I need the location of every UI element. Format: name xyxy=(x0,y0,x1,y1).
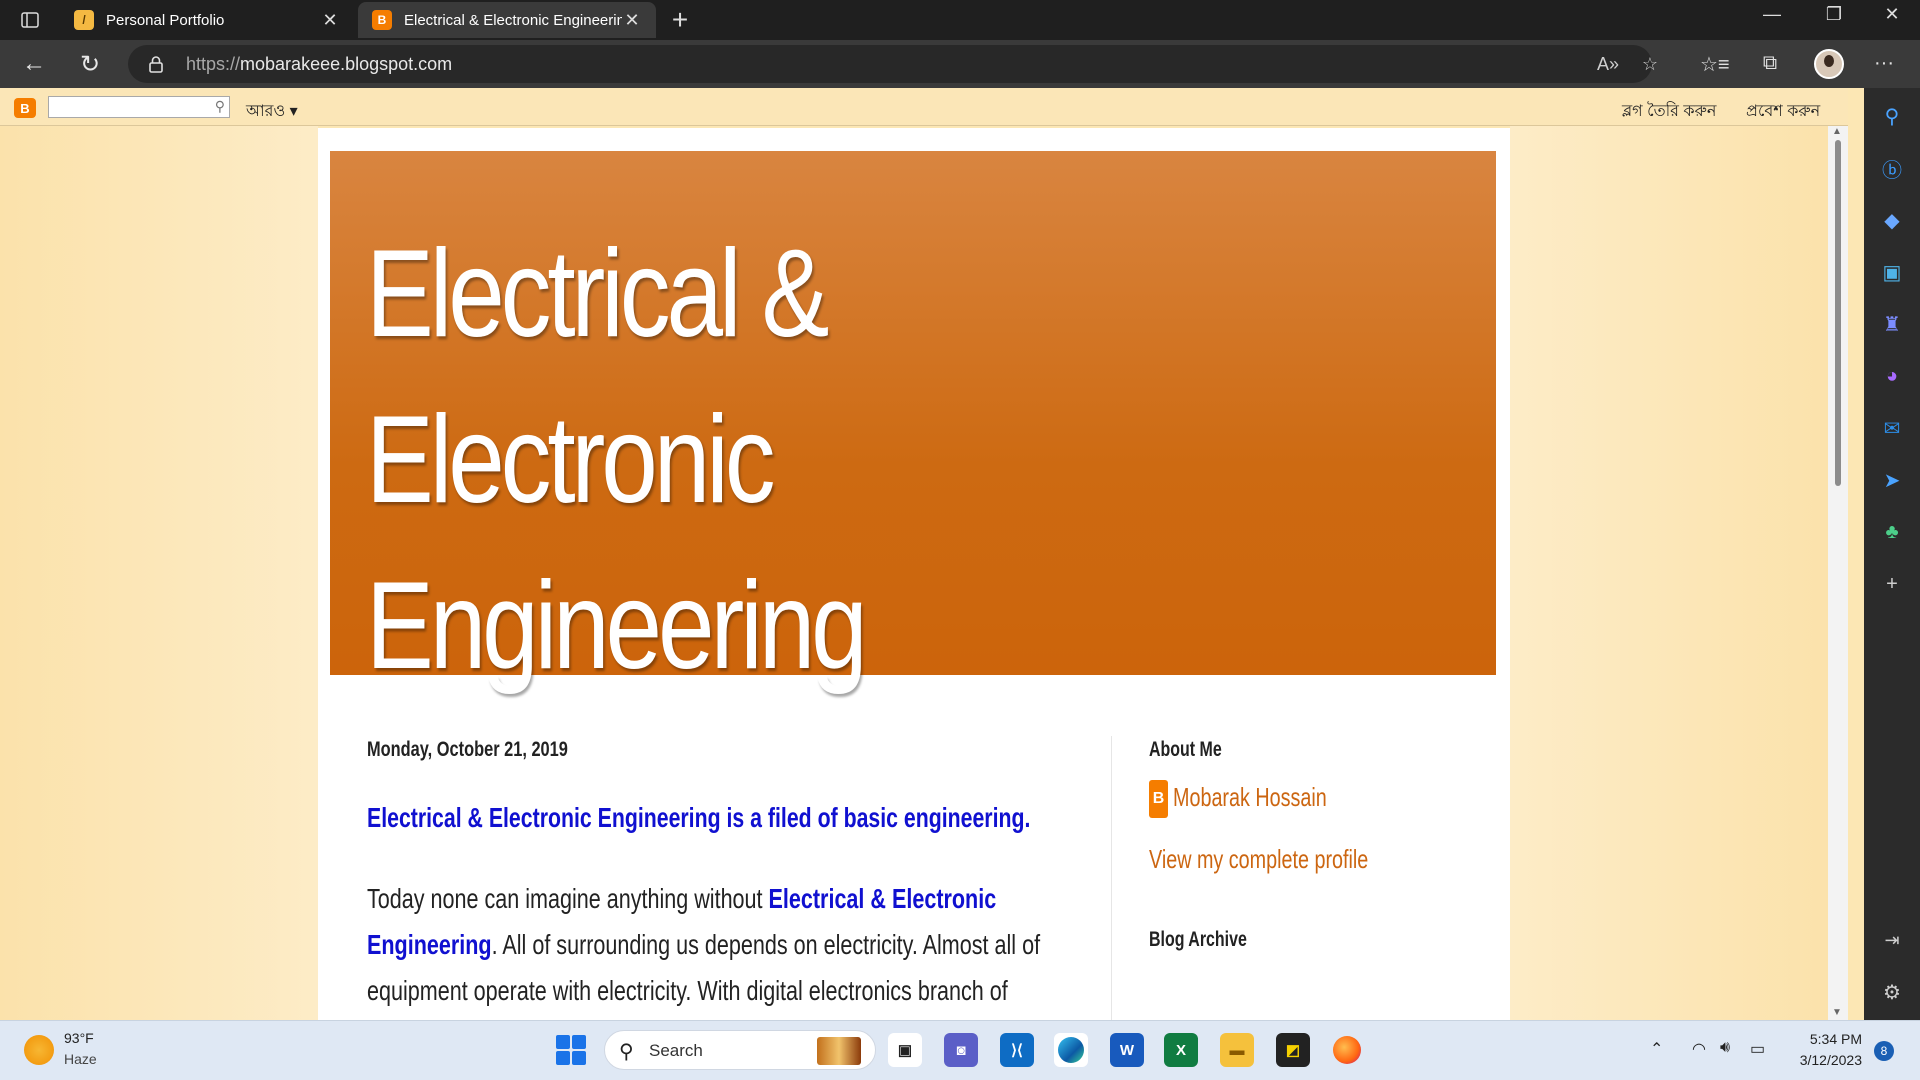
show-hidden-icons-icon[interactable]: ⌃ xyxy=(1650,1039,1663,1059)
blog-content: Electrical & Electronic Engineering Mond… xyxy=(318,128,1510,1020)
tab-title: Electrical & Electronic Engineerin xyxy=(404,11,622,29)
blogger-profile-icon: B xyxy=(1149,780,1168,818)
bing-chat-icon[interactable]: ⓑ xyxy=(1878,154,1906,182)
add-sidebar-app-icon[interactable]: + xyxy=(1878,570,1906,598)
sticky-notes-icon[interactable]: ◩ xyxy=(1276,1033,1310,1067)
edge-browser-icon[interactable] xyxy=(1054,1033,1088,1067)
tab-bar: / Personal Portfolio ✕ B Electrical & El… xyxy=(0,0,1920,40)
tools-briefcase-icon[interactable]: ▣ xyxy=(1878,258,1906,286)
background-right xyxy=(1510,126,1830,1020)
tab-electrical-engineering[interactable]: B Electrical & Electronic Engineerin ✕ xyxy=(358,2,656,38)
post-date: Monday, October 21, 2019 xyxy=(367,738,568,761)
task-view-icon[interactable]: ▣ xyxy=(888,1033,922,1067)
portfolio-icon: / xyxy=(74,10,94,30)
more-menu[interactable]: আরও ▾ xyxy=(246,98,298,125)
excel-icon[interactable]: X xyxy=(1164,1033,1198,1067)
view-profile-link[interactable]: View my complete profile xyxy=(1149,844,1368,875)
search-icon[interactable]: ⚲ xyxy=(1878,102,1906,130)
weather-haze-icon[interactable] xyxy=(24,1035,54,1065)
about-me-heading: About Me xyxy=(1149,738,1222,761)
blogger-navbar: B ⚲ আরও ▾ ব্লগ তৈরি করুন প্রবেশ করুন xyxy=(0,88,1848,126)
edge-sidebar: ⚲ ⓑ ◆ ▣ ♜ ◕ ✉ ➤ ♣ + ⇥ ⚙ xyxy=(1864,88,1920,1020)
favorites-icon[interactable]: ☆≡ xyxy=(1700,52,1730,77)
notification-badge[interactable]: 8 xyxy=(1874,1041,1894,1061)
blogger-logo-icon[interactable]: B xyxy=(14,98,36,118)
refresh-icon[interactable]: ↻ xyxy=(74,48,106,80)
scrollbar-thumb[interactable] xyxy=(1835,140,1841,486)
post-body: Today none can imagine anything without … xyxy=(367,883,1041,1006)
games-icon[interactable]: ♜ xyxy=(1878,310,1906,338)
battery-icon[interactable]: ▭ xyxy=(1750,1039,1765,1059)
word-icon[interactable]: W xyxy=(1110,1033,1144,1067)
tab-personal-portfolio[interactable]: / Personal Portfolio ✕ xyxy=(60,2,354,38)
create-blog-link[interactable]: ব্লগ তৈরি করুন xyxy=(1622,98,1716,125)
scroll-down-icon[interactable]: ▼ xyxy=(1832,1007,1842,1018)
blog-archive-heading: Blog Archive xyxy=(1149,928,1247,951)
settings-gear-icon[interactable]: ⚙ xyxy=(1878,978,1906,1006)
profile-name-link[interactable]: Mobarak Hossain xyxy=(1173,782,1327,813)
search-icon[interactable]: ⚲ xyxy=(215,98,225,115)
windows-taskbar: 93°F Haze ⚲ Search ▣ ◙ ⟩⟨ W X ▬ ◩ ⌃ ◠ 🔊︎… xyxy=(0,1020,1920,1080)
weather-temperature[interactable]: 93°F xyxy=(64,1030,94,1046)
taskbar-search-label: Search xyxy=(649,1041,703,1060)
drop-send-icon[interactable]: ➤ xyxy=(1878,466,1906,494)
microsoft-365-icon[interactable]: ◕ xyxy=(1878,362,1906,390)
address-toolbar: ← ↻ https://mobarakeee.blogspot.com A» ☆… xyxy=(0,40,1920,88)
close-tab-icon[interactable]: ✕ xyxy=(622,10,642,31)
search-icon: ⚲ xyxy=(619,1041,634,1063)
sign-in-link[interactable]: প্রবেশ করুন xyxy=(1746,98,1820,125)
scroll-up-icon[interactable]: ▲ xyxy=(1832,126,1842,137)
file-explorer-icon[interactable]: ▬ xyxy=(1220,1033,1254,1067)
blog-header: Electrical & Electronic Engineering xyxy=(330,151,1496,695)
tab-actions-icon[interactable] xyxy=(12,6,48,34)
address-bar[interactable]: https://mobarakeee.blogspot.com A» ☆ xyxy=(128,45,1658,83)
tree-icon[interactable]: ♣ xyxy=(1878,518,1906,546)
minimize-icon[interactable]: — xyxy=(1752,4,1792,25)
lock-icon[interactable] xyxy=(146,54,166,74)
back-icon[interactable]: ← xyxy=(18,48,50,80)
add-favorite-icon[interactable]: ☆ xyxy=(1638,54,1662,75)
shopping-tag-icon[interactable]: ◆ xyxy=(1878,206,1906,234)
close-window-icon[interactable]: ✕ xyxy=(1872,4,1912,25)
teams-chat-icon[interactable]: ◙ xyxy=(944,1033,978,1067)
column-divider xyxy=(1111,736,1112,1020)
collections-icon[interactable]: ⧉ xyxy=(1756,52,1784,75)
profile-avatar[interactable] xyxy=(1814,49,1844,79)
new-tab-icon[interactable]: + xyxy=(664,4,696,36)
post-title: Electrical & Electronic Engineering is a… xyxy=(367,802,1031,833)
blogger-icon: B xyxy=(372,10,392,30)
close-tab-icon[interactable]: ✕ xyxy=(320,10,340,31)
clock-time[interactable]: 5:34 PM xyxy=(1800,1031,1862,1047)
more-menu-icon[interactable]: ··· xyxy=(1870,52,1898,75)
search-highlight-image xyxy=(817,1037,861,1065)
weather-description[interactable]: Haze xyxy=(64,1051,97,1067)
page-viewport: B ⚲ আরও ▾ ব্লগ তৈরি করুন প্রবেশ করুন Ele… xyxy=(0,88,1864,1020)
restore-icon[interactable]: ❐ xyxy=(1814,4,1854,25)
read-aloud-icon[interactable]: A» xyxy=(1596,54,1620,75)
start-menu-icon[interactable] xyxy=(556,1035,586,1065)
vscode-icon[interactable]: ⟩⟨ xyxy=(1000,1033,1034,1067)
wifi-icon[interactable]: ◠ xyxy=(1692,1039,1706,1059)
outlook-icon[interactable]: ✉ xyxy=(1878,414,1906,442)
background-left xyxy=(0,126,318,1020)
clock-date[interactable]: 3/12/2023 xyxy=(1790,1052,1862,1068)
blog-search-input[interactable]: ⚲ xyxy=(48,96,230,118)
vertical-scrollbar[interactable]: ▲ ▼ xyxy=(1828,126,1848,1020)
tab-title: Personal Portfolio xyxy=(106,11,225,29)
volume-icon[interactable]: 🔊︎ xyxy=(1720,1039,1730,1057)
blog-title[interactable]: Electrical & Electronic Engineering xyxy=(366,211,1104,709)
taskbar-search[interactable]: ⚲ Search xyxy=(604,1030,876,1070)
url-text[interactable]: https://mobarakeee.blogspot.com xyxy=(186,54,452,75)
firefox-icon[interactable] xyxy=(1330,1033,1364,1067)
hide-sidebar-icon[interactable]: ⇥ xyxy=(1878,926,1906,954)
